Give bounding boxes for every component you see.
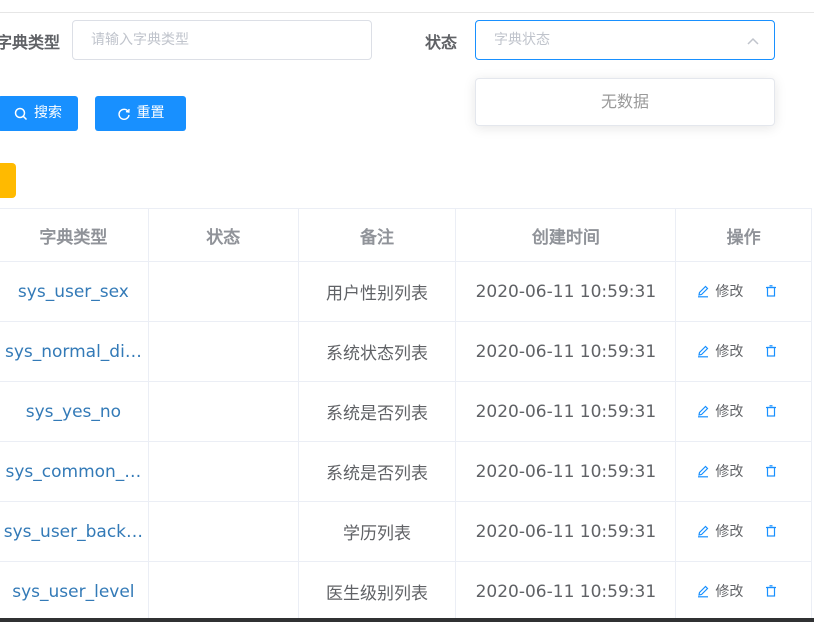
search-button[interactable]: 搜索: [0, 96, 78, 131]
created-cell: 2020-06-11 10:59:31: [455, 381, 677, 442]
delete-button[interactable]: [764, 584, 778, 598]
dict-table: 字典类型 状态 备注 创建时间 操作 sys_user_sex 用户性别列表 2…: [0, 208, 812, 622]
remark-cell: 学历列表: [297, 501, 457, 562]
edit-icon: [698, 465, 709, 478]
dict-type-link[interactable]: sys_common_…: [0, 462, 147, 482]
search-button-label: 搜索: [34, 105, 62, 121]
delete-button[interactable]: [764, 344, 778, 358]
dict-type-input[interactable]: [72, 20, 372, 60]
created-cell: 2020-06-11 10:59:31: [455, 561, 677, 622]
status-cell: [147, 381, 299, 442]
delete-button[interactable]: [764, 524, 778, 538]
table-row: sys_yes_no 系统是否列表 2020-06-11 10:59:31 修改: [0, 381, 812, 442]
remark-cell: 系统是否列表: [297, 441, 457, 502]
edit-icon: [698, 525, 709, 538]
edit-icon: [698, 405, 709, 418]
edit-label: 修改: [715, 404, 744, 420]
column-header-dict-type: 字典类型: [0, 208, 149, 262]
edit-icon: [698, 285, 709, 298]
edit-button[interactable]: 修改: [696, 281, 743, 301]
dict-type-link[interactable]: sys_yes_no: [0, 402, 147, 422]
chevron-up-icon: [747, 37, 759, 45]
dict-type-link[interactable]: sys_normal_di…: [0, 342, 147, 362]
edit-label: 修改: [715, 344, 744, 360]
status-select-placeholder: 字典状态: [494, 32, 550, 48]
created-cell: 2020-06-11 10:59:31: [455, 321, 677, 382]
edit-label: 修改: [715, 584, 744, 600]
trash-icon: [765, 405, 776, 417]
edit-icon: [698, 345, 709, 358]
trash-icon: [765, 465, 776, 477]
trash-icon: [765, 285, 776, 297]
delete-button[interactable]: [764, 404, 778, 418]
dict-type-link[interactable]: sys_user_back…: [0, 522, 147, 542]
remark-cell: 医生级别列表: [297, 561, 457, 622]
edit-label: 修改: [715, 464, 744, 480]
table-row: sys_user_level 医生级别列表 2020-06-11 10:59:3…: [0, 561, 812, 622]
edit-button[interactable]: 修改: [696, 461, 743, 481]
status-cell: [147, 561, 299, 622]
dict-type-label: 字典类型: [0, 33, 61, 52]
created-cell: 2020-06-11 10:59:31: [455, 501, 677, 562]
trash-icon: [765, 345, 776, 357]
remark-cell: 系统是否列表: [297, 381, 457, 442]
top-divider: [0, 12, 814, 13]
dict-type-link[interactable]: sys_user_sex: [0, 282, 147, 302]
column-header-remark: 备注: [297, 208, 457, 262]
status-dropdown: 无数据: [475, 78, 775, 126]
created-cell: 2020-06-11 10:59:31: [455, 441, 677, 502]
created-cell: 2020-06-11 10:59:31: [455, 261, 677, 322]
remark-cell: 用户性别列表: [297, 261, 457, 322]
status-cell: [147, 261, 299, 322]
status-cell: [147, 321, 299, 382]
edit-button[interactable]: 修改: [696, 581, 743, 601]
edit-label: 修改: [715, 524, 744, 540]
table-row: sys_normal_di… 系统状态列表 2020-06-11 10:59:3…: [0, 321, 812, 382]
trash-icon: [765, 585, 776, 597]
reset-button[interactable]: 重置: [95, 96, 186, 131]
bottom-edge: [0, 618, 814, 622]
edit-button[interactable]: 修改: [696, 521, 743, 541]
status-label: 状态: [425, 33, 458, 52]
status-cell: [147, 441, 299, 502]
refresh-icon: [117, 108, 130, 120]
dropdown-empty-text: 无数据: [600, 92, 649, 111]
table-row: sys_common_… 系统是否列表 2020-06-11 10:59:31 …: [0, 441, 812, 502]
column-header-created: 创建时间: [455, 208, 677, 262]
export-button[interactable]: [0, 163, 16, 198]
search-icon: [14, 107, 28, 120]
remark-cell: 系统状态列表: [297, 321, 457, 382]
status-cell: [147, 501, 299, 562]
table-row: sys_user_sex 用户性别列表 2020-06-11 10:59:31 …: [0, 261, 812, 322]
status-select[interactable]: 字典状态: [475, 20, 775, 60]
reset-button-label: 重置: [136, 105, 165, 121]
edit-button[interactable]: 修改: [696, 341, 743, 361]
edit-label: 修改: [715, 284, 744, 300]
column-header-actions: 操作: [675, 208, 812, 262]
edit-icon: [698, 585, 709, 598]
dict-type-link[interactable]: sys_user_level: [0, 582, 147, 602]
table-header-row: 字典类型 状态 备注 创建时间 操作: [0, 208, 812, 262]
column-header-status: 状态: [147, 208, 299, 262]
delete-button[interactable]: [764, 284, 778, 298]
delete-button[interactable]: [764, 464, 778, 478]
trash-icon: [765, 525, 776, 537]
table-row: sys_user_back… 学历列表 2020-06-11 10:59:31 …: [0, 501, 812, 562]
edit-button[interactable]: 修改: [696, 401, 743, 421]
